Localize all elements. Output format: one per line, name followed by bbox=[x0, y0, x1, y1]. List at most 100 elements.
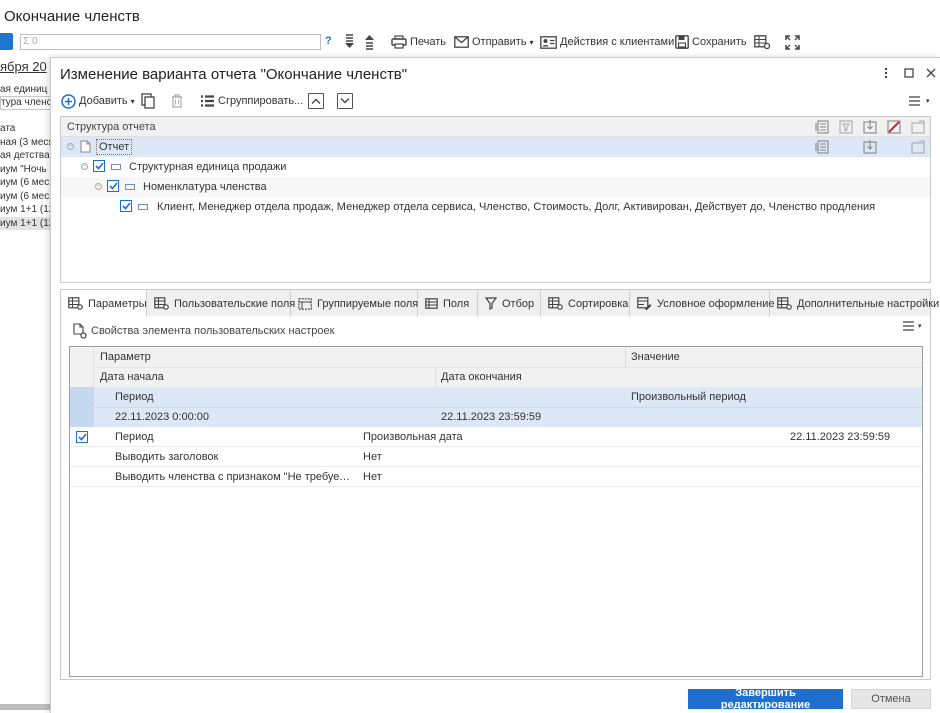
cancel-button[interactable]: Отмена bbox=[851, 689, 931, 709]
maximize-icon bbox=[904, 68, 914, 78]
period-start-date[interactable]: 22.11.2023 0:00:00 bbox=[115, 411, 209, 423]
tab-fields[interactable]: Поля bbox=[418, 290, 478, 317]
row-fields-icon[interactable] bbox=[863, 140, 877, 154]
more-vertical-icon bbox=[884, 67, 888, 79]
tab-custom-fields[interactable]: Пользовательские поля bbox=[147, 290, 295, 317]
background-date-link[interactable]: ября 20 bbox=[0, 59, 47, 74]
row-selector[interactable] bbox=[70, 387, 94, 427]
finish-editing-button[interactable]: Завершить редактирование bbox=[688, 687, 843, 711]
add-button[interactable]: Добавить ▾ bbox=[61, 91, 135, 111]
background-scrollbar[interactable] bbox=[0, 704, 50, 710]
list-item[interactable]: ая детства bbox=[0, 149, 51, 163]
param-type[interactable]: Нет bbox=[363, 451, 382, 463]
structure-row-membership-item[interactable]: − Номенклатура членства bbox=[61, 177, 930, 197]
group-list-icon bbox=[200, 95, 215, 107]
structure-format-icon[interactable] bbox=[911, 120, 925, 134]
list-item[interactable]: иум (6 меся bbox=[0, 190, 51, 204]
sort-asc-button[interactable] bbox=[364, 32, 375, 52]
tab-label: Дополнительные настройки bbox=[797, 297, 940, 310]
structure-row-sales-unit[interactable]: − Структурная единица продажи bbox=[61, 157, 930, 177]
column-header-value[interactable]: Значение bbox=[631, 351, 680, 363]
grid-settings-icon bbox=[548, 297, 563, 310]
list-item[interactable]: иум (6 меся bbox=[0, 176, 51, 190]
conditional-format-icon bbox=[637, 297, 652, 310]
move-down-button[interactable] bbox=[337, 91, 353, 111]
structure-row-checkbox[interactable] bbox=[107, 180, 119, 192]
contact-card-icon bbox=[540, 35, 557, 49]
row-checkbox[interactable] bbox=[76, 431, 88, 443]
sort-desc-icon bbox=[344, 34, 355, 50]
period-value[interactable]: Произвольный период bbox=[631, 391, 746, 403]
structure-row-report[interactable]: − Отчет bbox=[61, 137, 930, 157]
structure-row-details[interactable]: Клиент, Менеджер отдела продаж, Менеджер… bbox=[61, 197, 930, 217]
param-type[interactable]: Произвольная дата bbox=[363, 431, 463, 443]
period-end-date[interactable]: 22.11.2023 23:59:59 bbox=[441, 411, 541, 423]
print-button[interactable]: Печать bbox=[391, 32, 446, 52]
structure-settings-icon[interactable] bbox=[815, 120, 829, 134]
background-search-input[interactable]: Σ 0 bbox=[20, 34, 321, 50]
row-format-icon[interactable] bbox=[911, 140, 925, 154]
structure-row-label: Номенклатура членства bbox=[143, 181, 267, 193]
structure-fields-icon[interactable] bbox=[863, 120, 877, 134]
copy-button[interactable] bbox=[141, 91, 155, 111]
tab-parameters[interactable]: Параметры bbox=[61, 290, 147, 317]
background-field-input[interactable]: тура членс bbox=[0, 96, 51, 110]
row-settings-icon[interactable] bbox=[815, 140, 829, 154]
column-header-end-date[interactable]: Дата окончания bbox=[441, 371, 522, 383]
tab-conditional-format[interactable]: Условное оформление bbox=[630, 290, 774, 317]
element-properties-label: Свойства элемента пользовательских настр… bbox=[91, 325, 335, 337]
param-value[interactable]: 22.11.2023 23:59:59 bbox=[790, 431, 890, 443]
grouping-icon bbox=[125, 184, 135, 190]
param-label: Выводить заголовок bbox=[115, 451, 219, 463]
chevron-up-icon bbox=[308, 93, 324, 109]
tab-label: Отбор bbox=[502, 297, 535, 310]
hamburger-menu-icon bbox=[909, 96, 923, 106]
element-properties-link[interactable]: Свойства элемента пользовательских настр… bbox=[73, 323, 334, 339]
send-button[interactable]: Отправить ▾ bbox=[454, 32, 534, 52]
list-item[interactable]: ата bbox=[0, 122, 51, 136]
structure-row-checkbox[interactable] bbox=[93, 160, 105, 172]
list-item[interactable]: иум 1+1 (12 bbox=[0, 203, 51, 217]
fullscreen-button[interactable] bbox=[785, 32, 800, 52]
tab-advanced-settings[interactable]: Дополнительные настройки bbox=[770, 290, 939, 317]
maximize-button[interactable] bbox=[902, 66, 916, 80]
params-menu-button[interactable]: ▾ bbox=[903, 321, 922, 331]
send-dropdown-icon: ▾ bbox=[529, 37, 534, 47]
move-up-button[interactable] bbox=[308, 91, 324, 111]
tab-filter[interactable]: Отбор bbox=[478, 290, 541, 317]
collapse-toggle-icon[interactable]: − bbox=[95, 183, 102, 190]
period-label: Период bbox=[115, 391, 154, 403]
collapse-toggle-icon[interactable]: − bbox=[67, 143, 74, 150]
column-header-parameter[interactable]: Параметр bbox=[100, 351, 151, 363]
background-help-link[interactable]: ? bbox=[325, 35, 332, 47]
structure-row-label: Клиент, Менеджер отдела продаж, Менеджер… bbox=[157, 201, 876, 213]
structure-row-checkbox[interactable] bbox=[120, 200, 132, 212]
sort-asc-icon bbox=[364, 34, 375, 50]
tab-grouped-fields[interactable]: Группируемые поля bbox=[291, 290, 418, 317]
delete-button[interactable] bbox=[171, 91, 183, 111]
group-button[interactable]: Сгруппировать... bbox=[200, 91, 303, 111]
hamburger-menu-icon bbox=[903, 321, 916, 331]
param-type[interactable]: Нет bbox=[363, 471, 382, 483]
sort-desc-button[interactable] bbox=[344, 32, 355, 52]
report-settings-button[interactable] bbox=[754, 32, 771, 52]
structure-clear-icon[interactable] bbox=[887, 120, 901, 134]
list-item[interactable]: ная (3 меся bbox=[0, 136, 51, 150]
structure-header-label: Структура отчета bbox=[67, 121, 156, 133]
collapse-toggle-icon[interactable]: − bbox=[81, 163, 88, 170]
list-item[interactable]: иум 1+1 (12 bbox=[0, 216, 51, 230]
tab-sorting[interactable]: Сортировка bbox=[541, 290, 630, 317]
more-menu-button[interactable] bbox=[879, 66, 893, 80]
grouping-icon bbox=[111, 164, 121, 170]
menu-dropdown-icon: ▾ bbox=[926, 98, 930, 105]
toolbar-menu-button[interactable]: ▾ bbox=[909, 91, 930, 111]
envelope-icon bbox=[454, 36, 469, 48]
save-button[interactable]: Сохранить bbox=[675, 32, 747, 52]
client-actions-button[interactable]: Действия с клиентами bbox=[540, 32, 674, 52]
list-item[interactable]: иум "Ночь р bbox=[0, 163, 51, 177]
background-go-button[interactable] bbox=[0, 33, 13, 50]
save-label: Сохранить bbox=[692, 36, 747, 48]
close-button[interactable] bbox=[924, 66, 938, 80]
structure-filter-icon[interactable] bbox=[839, 120, 853, 134]
column-header-start-date[interactable]: Дата начала bbox=[100, 371, 164, 383]
